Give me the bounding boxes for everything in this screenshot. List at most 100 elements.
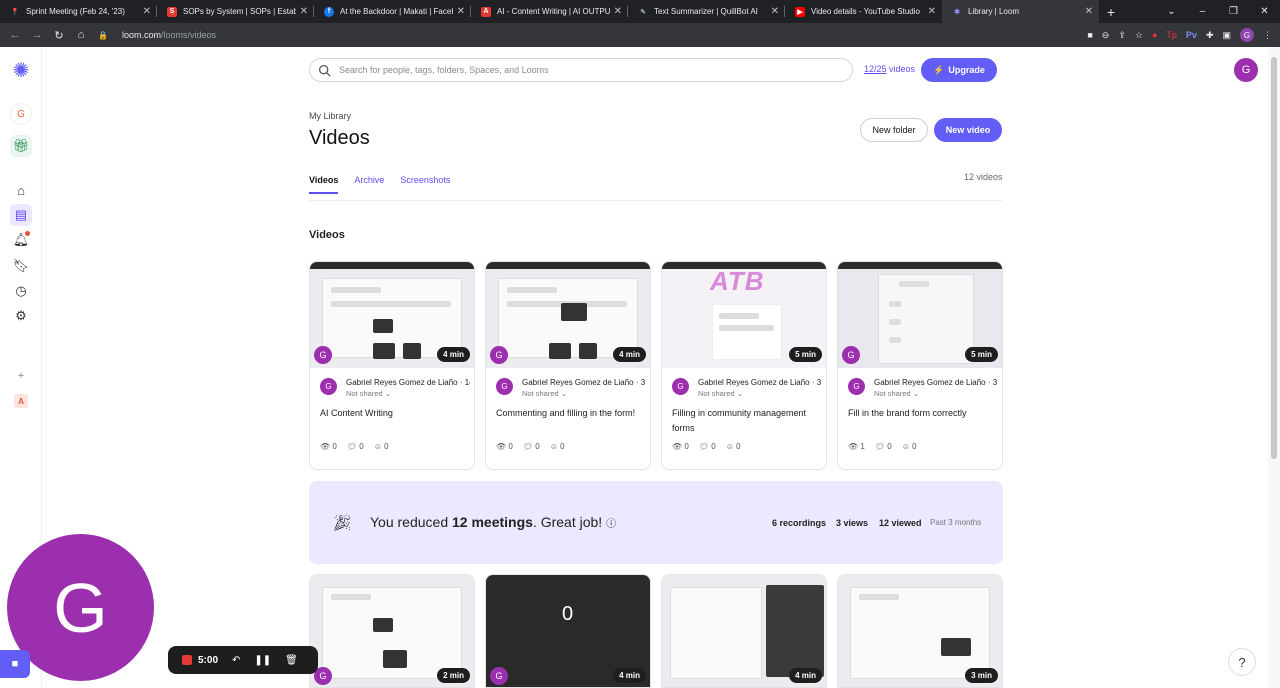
lock-icon[interactable]: 🔒 (92, 31, 114, 40)
scrollbar-thumb[interactable] (1271, 57, 1277, 459)
minimize-icon[interactable]: – (1187, 0, 1218, 23)
home-icon[interactable]: ⌂ (70, 29, 92, 41)
video-card[interactable]: 0 G 4 min (485, 574, 651, 688)
video-stats: 👁︎ 0 💬︎ 0 ☺ 0 (496, 442, 565, 451)
extension-tp-icon[interactable]: Tp (1166, 30, 1177, 40)
video-thumbnail[interactable]: G 4 min (486, 262, 650, 368)
maximize-icon[interactable]: ❐ (1218, 0, 1249, 23)
extensions-puzzle-icon[interactable]: ✚ (1206, 30, 1214, 41)
video-title[interactable]: AI Content Writing (320, 406, 466, 436)
help-button[interactable]: ? (1228, 648, 1256, 676)
gift-icon[interactable]: 🎁︎ (10, 135, 32, 157)
new-video-button[interactable]: New video (934, 118, 1002, 142)
settings-gear-icon[interactable]: ⚙ (10, 305, 32, 327)
duration-badge: 4 min (613, 668, 646, 683)
close-icon[interactable]: ✕ (928, 6, 936, 17)
browser-tab[interactable]: ▶ Video details - YouTube Studio ✕ (785, 0, 942, 23)
video-card[interactable]: ATB 5 min G Gabriel Reyes Gomez de Liaño … (661, 261, 827, 470)
comments-icon: 💬︎ 0 (346, 442, 364, 451)
forward-icon[interactable]: → (26, 29, 48, 41)
url-field[interactable]: loom.com/looms/videos (122, 30, 216, 40)
tab-videos[interactable]: Videos (309, 175, 339, 194)
video-card[interactable]: 4 min (661, 574, 827, 688)
history-icon[interactable]: ◷ (10, 280, 32, 302)
browser-tab[interactable]: ✎ Text Summarizer | QuillBot AI ✕ (628, 0, 785, 23)
video-card[interactable]: G 4 min G Gabriel Reyes Gomez de Liaño · … (309, 261, 475, 470)
bookmark-star-icon[interactable]: ☆ (1135, 30, 1143, 41)
record-launcher-icon[interactable]: ■ (0, 650, 30, 678)
video-thumbnail[interactable]: ATB 5 min (662, 262, 826, 368)
bolt-icon: ⚡ (933, 64, 945, 75)
browser-tab[interactable]: 📍 Sprint Meeting (Feb 24, '23) ✕ (0, 0, 157, 23)
tab-screenshots[interactable]: Screenshots (400, 175, 450, 194)
close-icon[interactable]: ✕ (300, 6, 308, 17)
close-icon[interactable]: ✕ (457, 6, 465, 17)
new-tab-button[interactable]: + (1099, 0, 1123, 23)
breadcrumb[interactable]: My Library (309, 111, 351, 121)
browser-tab-active[interactable]: ✱ Library | Loom ✕ (942, 0, 1099, 23)
video-thumbnail[interactable]: G 4 min (310, 262, 474, 368)
sharing-status[interactable]: Not shared ⌄ (522, 389, 646, 398)
user-avatar[interactable]: G (1234, 58, 1258, 82)
info-icon[interactable]: ⓘ (606, 519, 616, 530)
video-grid: G 4 min G Gabriel Reyes Gomez de Liaño · … (309, 261, 1003, 470)
sharing-status[interactable]: Not shared ⌄ (698, 389, 822, 398)
video-title[interactable]: Filling in community management forms (672, 406, 818, 436)
camera-icon[interactable]: ■ (1087, 30, 1092, 40)
video-quota-link[interactable]: 12/25 videos (864, 64, 915, 74)
sidepanel-icon[interactable]: ▣ (1222, 30, 1231, 41)
quillbot-icon: ✎ (640, 8, 646, 16)
party-popper-icon: 🎉︎ (332, 515, 353, 532)
sharing-status[interactable]: Not shared ⌄ (346, 389, 470, 398)
upgrade-button[interactable]: ⚡ Upgrade (921, 58, 997, 82)
views-icon: 👁︎ 0 (672, 442, 689, 451)
workspace-avatar[interactable]: G (10, 103, 32, 125)
author-avatar: G (496, 378, 513, 395)
reload-icon[interactable]: ↻ (48, 29, 70, 42)
video-card[interactable]: 3 min (837, 574, 1003, 688)
tab-search-icon[interactable]: ⌄ (1156, 0, 1187, 23)
video-card[interactable]: G 4 min G Gabriel Reyes Gomez de Liaño · … (485, 261, 651, 470)
duration-badge: 5 min (789, 347, 822, 362)
reactions-icon: ☺ 0 (549, 442, 565, 451)
close-window-icon[interactable]: ✕ (1249, 0, 1280, 23)
close-icon[interactable]: ✕ (143, 6, 151, 17)
video-card[interactable]: G2 min (309, 574, 475, 688)
share-icon[interactable]: ⇪ (1118, 30, 1126, 41)
zoom-icon[interactable]: ⊖ (1102, 30, 1110, 41)
notifications-icon[interactable]: 🔔︎ (10, 229, 32, 251)
main-content: Search for people, tags, folders, Spaces… (42, 47, 1268, 688)
window-controls: ⌄ – ❐ ✕ (1156, 0, 1280, 23)
pause-icon[interactable]: ❚❚ (254, 655, 271, 666)
stop-record-button[interactable] (182, 655, 192, 665)
close-icon[interactable]: ✕ (1085, 6, 1093, 17)
tab-archive[interactable]: Archive (354, 175, 384, 194)
video-thumbnail[interactable]: G 5 min (838, 262, 1002, 368)
extension-pv-icon[interactable]: Pv (1186, 30, 1197, 40)
add-workspace-icon[interactable]: + (10, 365, 32, 387)
browser-tab[interactable]: f At the Backdoor | Makati | Faceb ✕ (314, 0, 471, 23)
video-title[interactable]: Fill in the brand form correctly (848, 406, 994, 436)
close-icon[interactable]: ✕ (771, 6, 779, 17)
new-folder-button[interactable]: New folder (860, 118, 928, 142)
browser-tab[interactable]: A AI - Content Writing | AI OUTPU ✕ (471, 0, 628, 23)
restart-icon[interactable]: ↶ (232, 655, 240, 666)
trash-icon[interactable]: 🗑︎ (285, 655, 298, 666)
browser-tab[interactable]: S SOPs by System | SOPs | Establis ✕ (157, 0, 314, 23)
scrollbar[interactable] (1268, 47, 1280, 688)
close-icon[interactable]: ✕ (614, 6, 622, 17)
bookmark-icon[interactable]: 🔖︎ (10, 255, 32, 277)
author-avatar: G (490, 667, 508, 685)
extension-red-icon[interactable]: ● (1152, 30, 1157, 40)
library-icon[interactable]: ▤ (10, 204, 32, 226)
profile-avatar[interactable]: G (1240, 28, 1254, 42)
loom-logo-icon[interactable]: ✺ (10, 59, 32, 82)
video-title[interactable]: Commenting and filling in the form! (496, 406, 642, 436)
menu-icon[interactable]: ⋮ (1263, 30, 1272, 41)
workspace-a-avatar[interactable]: A (10, 390, 32, 412)
video-card[interactable]: G 5 min G Gabriel Reyes Gomez de Liaño · … (837, 261, 1003, 470)
back-icon[interactable]: ← (4, 29, 26, 41)
search-input[interactable]: Search for people, tags, folders, Spaces… (309, 58, 853, 82)
home-icon[interactable]: ⌂ (10, 179, 32, 201)
sharing-status[interactable]: Not shared ⌄ (874, 389, 998, 398)
